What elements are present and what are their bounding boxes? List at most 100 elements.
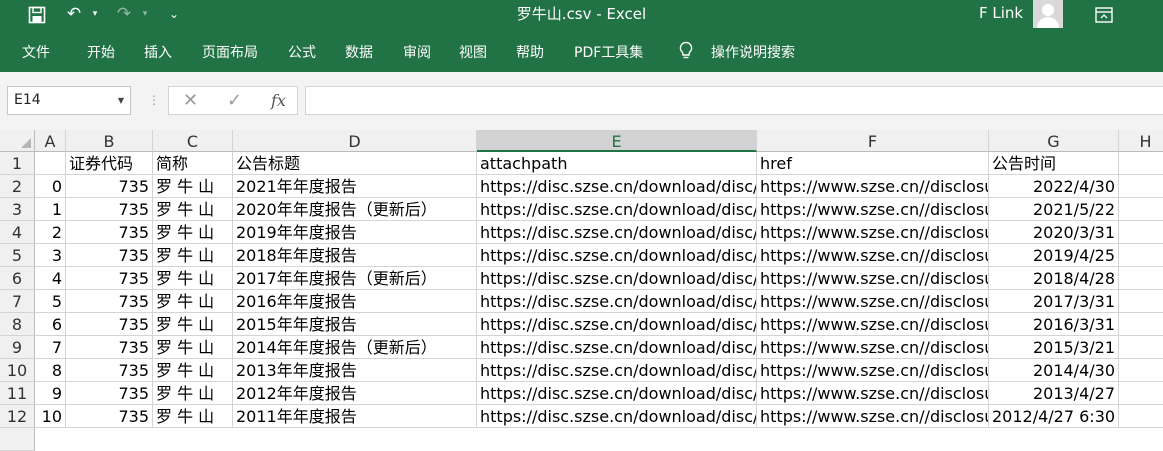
cell-g10[interactable]: 2014/4/30 xyxy=(989,359,1119,382)
chevron-down-icon[interactable]: ▼ xyxy=(118,87,124,114)
cell-c5[interactable]: 罗 牛 山 xyxy=(153,244,233,267)
cell-a7[interactable]: 5 xyxy=(35,290,66,313)
cell-b12[interactable]: 735 xyxy=(66,405,153,428)
column-header-e[interactable]: E xyxy=(477,130,757,152)
column-header-c[interactable]: C xyxy=(153,130,233,152)
cell-e7[interactable]: https://disc.szse.cn/download/disc/disc xyxy=(477,290,757,313)
cell-c11[interactable]: 罗 牛 山 xyxy=(153,382,233,405)
cell-e9[interactable]: https://disc.szse.cn/download/disc/disc xyxy=(477,336,757,359)
cell-b5[interactable]: 735 xyxy=(66,244,153,267)
resize-handle-icon[interactable]: ⋮ xyxy=(148,93,160,107)
row-header-7[interactable]: 7 xyxy=(0,290,35,313)
cell-a12[interactable]: 10 xyxy=(35,405,66,428)
cell-d3[interactable]: 2020年年度报告（更新后） xyxy=(233,198,477,221)
cell-d12[interactable]: 2011年年度报告 xyxy=(233,405,477,428)
tab-file[interactable]: 文件 xyxy=(22,30,50,72)
cell-d9[interactable]: 2014年年度报告（更新后） xyxy=(233,336,477,359)
cell-b1[interactable]: 证券代码 xyxy=(66,152,153,175)
cell-f3[interactable]: https://www.szse.cn//disclosure xyxy=(757,198,989,221)
cell-g7[interactable]: 2017/3/31 xyxy=(989,290,1119,313)
tab-help[interactable]: 帮助 xyxy=(516,30,544,72)
cell-g3[interactable]: 2021/5/22 xyxy=(989,198,1119,221)
insert-function-icon[interactable]: fx xyxy=(271,87,286,114)
cell-e3[interactable]: https://disc.szse.cn/download/disc/disc xyxy=(477,198,757,221)
cell-h12[interactable] xyxy=(1119,405,1163,428)
cell-f5[interactable]: https://www.szse.cn//disclosure xyxy=(757,244,989,267)
cell-d2[interactable]: 2021年年度报告 xyxy=(233,175,477,198)
tab-pdf-tools[interactable]: PDF工具集 xyxy=(574,30,643,72)
cell-g12[interactable]: 2012/4/27 6:30 xyxy=(989,405,1119,428)
cell-g2[interactable]: 2022/4/30 xyxy=(989,175,1119,198)
cell-f6[interactable]: https://www.szse.cn//disclosure xyxy=(757,267,989,290)
cell-c7[interactable]: 罗 牛 山 xyxy=(153,290,233,313)
enter-icon[interactable]: ✓ xyxy=(227,87,242,114)
lightbulb-icon[interactable] xyxy=(678,30,694,72)
cell-d11[interactable]: 2012年年度报告 xyxy=(233,382,477,405)
cell-f4[interactable]: https://www.szse.cn//disclosure xyxy=(757,221,989,244)
cell-a2[interactable]: 0 xyxy=(35,175,66,198)
cell-a1[interactable] xyxy=(35,152,66,175)
cell-g8[interactable]: 2016/3/31 xyxy=(989,313,1119,336)
cell-b2[interactable]: 735 xyxy=(66,175,153,198)
row-header-13[interactable] xyxy=(0,428,35,451)
cell-a4[interactable]: 2 xyxy=(35,221,66,244)
ribbon-display-icon[interactable] xyxy=(1092,0,1116,30)
cell-e11[interactable]: https://disc.szse.cn/download/disc/disc xyxy=(477,382,757,405)
cell-c9[interactable]: 罗 牛 山 xyxy=(153,336,233,359)
select-all-button[interactable] xyxy=(0,130,35,152)
cell-b7[interactable]: 735 xyxy=(66,290,153,313)
cell-g1[interactable]: 公告时间 xyxy=(989,152,1119,175)
cell-h5[interactable] xyxy=(1119,244,1163,267)
cell-c3[interactable]: 罗 牛 山 xyxy=(153,198,233,221)
cell-g9[interactable]: 2015/3/21 xyxy=(989,336,1119,359)
cell-a10[interactable]: 8 xyxy=(35,359,66,382)
column-header-f[interactable]: F xyxy=(757,130,989,152)
column-header-b[interactable]: B xyxy=(66,130,153,152)
cell-c8[interactable]: 罗 牛 山 xyxy=(153,313,233,336)
tab-formulas[interactable]: 公式 xyxy=(288,30,316,72)
cell-e12[interactable]: https://disc.szse.cn/download/disc/disc xyxy=(477,405,757,428)
row-header-10[interactable]: 10 xyxy=(0,359,35,382)
cell-a11[interactable]: 9 xyxy=(35,382,66,405)
tab-home[interactable]: 开始 xyxy=(87,30,115,72)
cell-b3[interactable]: 735 xyxy=(66,198,153,221)
tab-review[interactable]: 审阅 xyxy=(403,30,431,72)
tell-me-search[interactable]: 操作说明搜索 xyxy=(711,30,795,72)
column-header-g[interactable]: G xyxy=(989,130,1119,152)
cell-h9[interactable] xyxy=(1119,336,1163,359)
row-header-11[interactable]: 11 xyxy=(0,382,35,405)
cell-d5[interactable]: 2018年年度报告 xyxy=(233,244,477,267)
cell-e10[interactable]: https://disc.szse.cn/download/disc/disc xyxy=(477,359,757,382)
cell-h7[interactable] xyxy=(1119,290,1163,313)
cell-g6[interactable]: 2018/4/28 xyxy=(989,267,1119,290)
cell-a6[interactable]: 4 xyxy=(35,267,66,290)
cell-b6[interactable]: 735 xyxy=(66,267,153,290)
tab-insert[interactable]: 插入 xyxy=(144,30,172,72)
tab-view[interactable]: 视图 xyxy=(459,30,487,72)
row-header-6[interactable]: 6 xyxy=(0,267,35,290)
cell-f10[interactable]: https://www.szse.cn//disclosure xyxy=(757,359,989,382)
row-header-2[interactable]: 2 xyxy=(0,175,35,198)
row-header-1[interactable]: 1 xyxy=(0,152,35,175)
cell-f12[interactable]: https://www.szse.cn//disclosure xyxy=(757,405,989,428)
cell-h2[interactable] xyxy=(1119,175,1163,198)
cell-h3[interactable] xyxy=(1119,198,1163,221)
cell-e4[interactable]: https://disc.szse.cn/download/disc/disc xyxy=(477,221,757,244)
cell-b11[interactable]: 735 xyxy=(66,382,153,405)
cell-e8[interactable]: https://disc.szse.cn/download/disc/disc xyxy=(477,313,757,336)
cell-c4[interactable]: 罗 牛 山 xyxy=(153,221,233,244)
cell-h6[interactable] xyxy=(1119,267,1163,290)
cell-g4[interactable]: 2020/3/31 xyxy=(989,221,1119,244)
cell-h11[interactable] xyxy=(1119,382,1163,405)
cell-a8[interactable]: 6 xyxy=(35,313,66,336)
cell-d8[interactable]: 2015年年度报告 xyxy=(233,313,477,336)
cell-a5[interactable]: 3 xyxy=(35,244,66,267)
cell-f1[interactable]: href xyxy=(757,152,989,175)
cell-h8[interactable] xyxy=(1119,313,1163,336)
tab-data[interactable]: 数据 xyxy=(345,30,373,72)
cell-c1[interactable]: 简称 xyxy=(153,152,233,175)
cell-d4[interactable]: 2019年年度报告 xyxy=(233,221,477,244)
cell-c6[interactable]: 罗 牛 山 xyxy=(153,267,233,290)
column-header-h[interactable]: H xyxy=(1119,130,1163,152)
cell-e2[interactable]: https://disc.szse.cn/download/disc/disc xyxy=(477,175,757,198)
